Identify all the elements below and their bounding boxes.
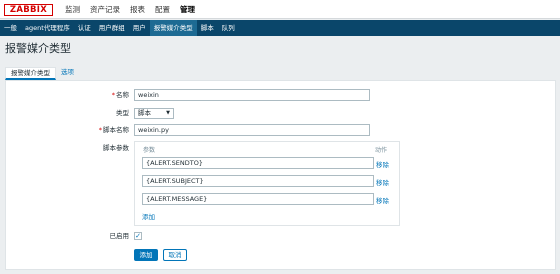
type-select-value: 脚本	[138, 109, 151, 117]
page-title: 报警媒介类型	[5, 42, 71, 55]
checkmark-icon: ✓	[135, 232, 141, 240]
script-param-input[interactable]: {ALERT.SENDTO}	[142, 157, 374, 169]
sub-nav-authentication[interactable]: 认证	[74, 20, 95, 36]
remove-param-button[interactable]: 移除	[376, 177, 389, 187]
sub-nav-media-types[interactable]: 报警媒介类型	[149, 20, 197, 36]
main-nav-reports[interactable]: 报表	[125, 0, 150, 19]
main-nav: 监测 资产记录 报表 配置 管理	[60, 0, 200, 19]
script-params-label: 脚本参数	[103, 144, 129, 152]
enabled-checkbox[interactable]: ✓	[134, 232, 142, 240]
sub-nav-user-groups[interactable]: 用户群组	[95, 20, 129, 36]
sub-nav-queue[interactable]: 队列	[218, 20, 239, 36]
script-name-input[interactable]: weixin.py	[134, 124, 370, 136]
chevron-down-icon: ▼	[166, 110, 170, 116]
script-name-label: *脚本名称	[98, 126, 129, 134]
enabled-label: 已启用	[109, 232, 130, 240]
params-column-header: 参数	[143, 147, 156, 154]
script-params-table: 参数 动作 {ALERT.SENDTO} 移除 {ALERT.SUBJECT} …	[134, 141, 400, 226]
sub-nav-proxies[interactable]: agent代理程序	[21, 20, 74, 36]
name-input[interactable]: weixin	[134, 89, 370, 101]
main-nav-inventory[interactable]: 资产记录	[85, 0, 125, 19]
cancel-button[interactable]: 取消	[163, 249, 187, 261]
type-label: 类型	[116, 109, 129, 117]
tab-options[interactable]: 选项	[56, 67, 79, 80]
name-label: *名称	[111, 91, 129, 99]
main-nav-configuration[interactable]: 配置	[150, 0, 175, 19]
remove-param-button[interactable]: 移除	[376, 195, 389, 205]
action-column-header: 动作	[375, 147, 388, 154]
script-param-input[interactable]: {ALERT.SUBJECT}	[142, 175, 374, 187]
main-nav-administration[interactable]: 管理	[175, 0, 200, 19]
form-tabs: 报警媒介类型 选项	[5, 67, 79, 80]
sub-nav-users[interactable]: 用户	[129, 20, 150, 36]
main-nav-monitoring[interactable]: 监测	[60, 0, 85, 19]
sub-nav: 一般 agent代理程序 认证 用户群组 用户 报警媒介类型 脚本 队列	[0, 20, 560, 36]
add-param-button[interactable]: 添加	[142, 211, 155, 221]
form-panel: *名称 weixin 类型 脚本 ▼ *脚本名称 weixin.py 脚本参数 …	[5, 80, 556, 270]
type-select[interactable]: 脚本 ▼	[134, 108, 174, 119]
sub-nav-general[interactable]: 一般	[0, 20, 21, 36]
add-button[interactable]: 添加	[134, 249, 158, 261]
top-bar: ZABBIX 监测 资产记录 报表 配置 管理	[0, 0, 560, 19]
sub-nav-scripts[interactable]: 脚本	[197, 20, 218, 36]
tab-media-type[interactable]: 报警媒介类型	[5, 67, 56, 80]
script-param-input[interactable]: {ALERT.MESSAGE}	[142, 193, 374, 205]
zabbix-logo[interactable]: ZABBIX	[4, 4, 53, 16]
remove-param-button[interactable]: 移除	[376, 159, 389, 169]
